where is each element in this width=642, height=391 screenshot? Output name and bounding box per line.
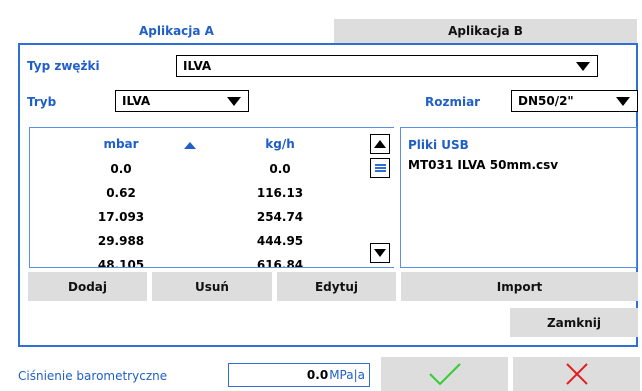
tryb-select[interactable]: ILVA <box>115 90 249 112</box>
scrollbar-thumb[interactable] <box>370 158 390 178</box>
chevron-down-icon <box>616 97 630 106</box>
barometric-unit: MPa|a <box>329 368 365 382</box>
rozmiar-value: DN50/2" <box>518 94 574 108</box>
arrow-down-icon <box>374 249 386 257</box>
close-button[interactable]: Zamknij <box>510 308 638 337</box>
calibration-table[interactable]: mbar kg/h 0.0 0.0 0.62 116.13 17.093 254… <box>29 127 394 268</box>
chevron-down-icon <box>227 97 241 106</box>
drag-handle-icon <box>374 164 386 172</box>
usb-file-list[interactable]: Pliki USB MT031 ILVA 50mm.csv <box>400 127 637 268</box>
tab-aplikacja-b[interactable]: Aplikacja B <box>334 19 637 43</box>
arrow-up-icon <box>374 140 386 148</box>
cell-kgh: 0.0 <box>269 162 291 176</box>
remove-button[interactable]: Usuń <box>152 272 272 301</box>
typ-label: Typ zwężki <box>27 59 100 73</box>
checkmark-icon <box>428 363 461 386</box>
rozmiar-select[interactable]: DN50/2" <box>511 90 638 112</box>
chevron-down-icon <box>576 62 590 71</box>
usb-title: Pliki USB <box>408 138 469 152</box>
confirm-button[interactable] <box>381 357 508 391</box>
tryb-label: Tryb <box>27 95 57 109</box>
list-item[interactable]: MT031 ILVA 50mm.csv <box>408 158 558 172</box>
rozmiar-label: Rozmiar <box>425 95 481 109</box>
cancel-button[interactable] <box>513 357 640 391</box>
barometric-value: 0.0 <box>306 368 329 382</box>
typ-value: ILVA <box>183 59 212 73</box>
add-button[interactable]: Dodaj <box>28 272 147 301</box>
edit-button[interactable]: Edytuj <box>277 272 396 301</box>
scroll-down-button[interactable] <box>370 243 390 263</box>
column-header-kgh[interactable]: kg/h <box>180 137 380 151</box>
cell-kgh: 254.74 <box>256 210 304 224</box>
tab-aplikacja-a[interactable]: Aplikacja A <box>20 19 333 43</box>
cell-kgh: 444.95 <box>256 234 304 248</box>
barometric-label: Ciśnienie barometryczne <box>18 369 168 383</box>
typ-select[interactable]: ILVA <box>176 55 598 77</box>
cell-kgh: 616.84 <box>256 258 304 268</box>
import-button[interactable]: Import <box>401 272 638 301</box>
barometric-input[interactable]: 0.0 MPa|a <box>228 363 370 387</box>
scroll-up-button[interactable] <box>370 134 390 154</box>
close-icon <box>565 363 588 385</box>
cell-kgh: 116.13 <box>256 186 304 200</box>
tryb-value: ILVA <box>122 94 151 108</box>
